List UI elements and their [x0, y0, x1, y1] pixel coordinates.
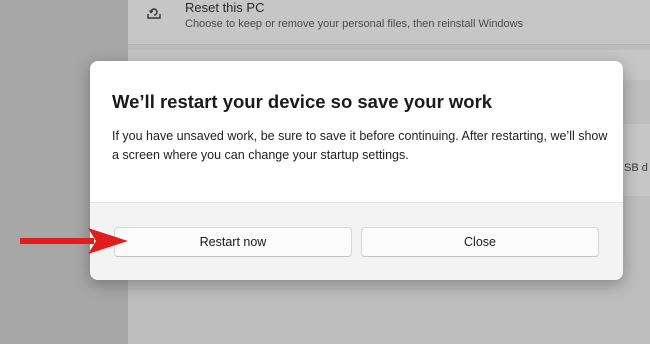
- dialog-message: If you have unsaved work, be sure to sav…: [112, 129, 608, 162]
- reset-icon: [147, 8, 161, 19]
- dialog-title: We’ll restart your device so save your w…: [112, 91, 493, 112]
- close-button[interactable]: Close: [361, 227, 599, 257]
- dialog-footer: Restart now Close: [90, 202, 623, 280]
- partial-setting-text: SB d: [624, 162, 648, 174]
- reset-pc-description: Choose to keep or remove your personal f…: [185, 18, 524, 30]
- screen: Reset this PC Choose to keep or remove y…: [0, 0, 650, 344]
- restart-dialog: We’ll restart your device so save your w…: [90, 61, 623, 280]
- reset-pc-title: Reset this PC: [185, 0, 265, 15]
- red-arrow-icon: [20, 228, 128, 254]
- restart-now-button[interactable]: Restart now: [114, 227, 352, 257]
